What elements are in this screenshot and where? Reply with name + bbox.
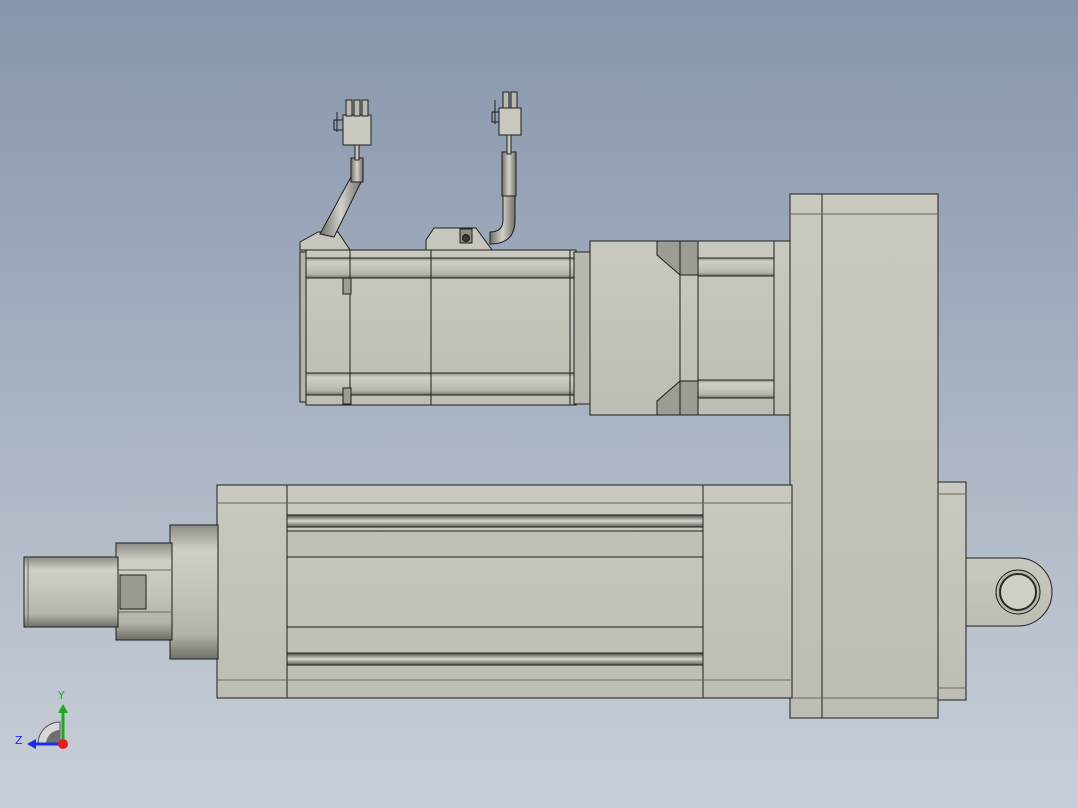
rod-end	[23, 556, 119, 628]
servo-motor[interactable]	[299, 227, 591, 406]
gland-screw-hole	[462, 234, 470, 242]
encoder-cable-sleeve	[350, 157, 364, 183]
x-axis-point	[58, 739, 68, 749]
y-axis-label: Y	[57, 689, 65, 702]
power-cable-bend	[489, 194, 516, 245]
z-axis-label: Z	[15, 734, 23, 747]
housing-body	[789, 193, 939, 719]
encoder-cable[interactable]	[319, 99, 372, 238]
rear-clevis[interactable]	[965, 557, 1053, 627]
gear-reducer[interactable]	[589, 240, 791, 416]
view-triad[interactable]: Y Z	[15, 689, 68, 749]
front-flange	[169, 524, 219, 660]
connector	[498, 107, 522, 136]
power-cable-sleeve	[501, 151, 517, 197]
actuator-cylinder[interactable]	[115, 484, 793, 699]
belt-housing[interactable]	[789, 193, 967, 719]
encoder-cable-bend	[319, 174, 363, 238]
wrench-flat	[119, 574, 147, 610]
t-slot	[286, 514, 704, 528]
connector-latch	[333, 119, 343, 131]
encoder-cable-wire	[354, 143, 360, 161]
motor-front-ring	[573, 251, 591, 405]
cad-viewport[interactable]: Y Z	[0, 0, 1078, 808]
power-cable[interactable]	[489, 91, 522, 245]
clevis-pin	[999, 573, 1037, 611]
motor-clip	[342, 387, 352, 405]
t-slot	[286, 652, 704, 666]
housing-end-cap	[937, 481, 967, 701]
power-cable-wire	[506, 133, 512, 155]
connector	[342, 114, 372, 146]
power-gland	[425, 227, 493, 251]
motor-clip	[342, 277, 352, 295]
motor-upper-rib	[305, 257, 575, 279]
push-rod[interactable]	[23, 556, 119, 628]
assembly-drawing[interactable]: Y Z	[0, 0, 1078, 808]
